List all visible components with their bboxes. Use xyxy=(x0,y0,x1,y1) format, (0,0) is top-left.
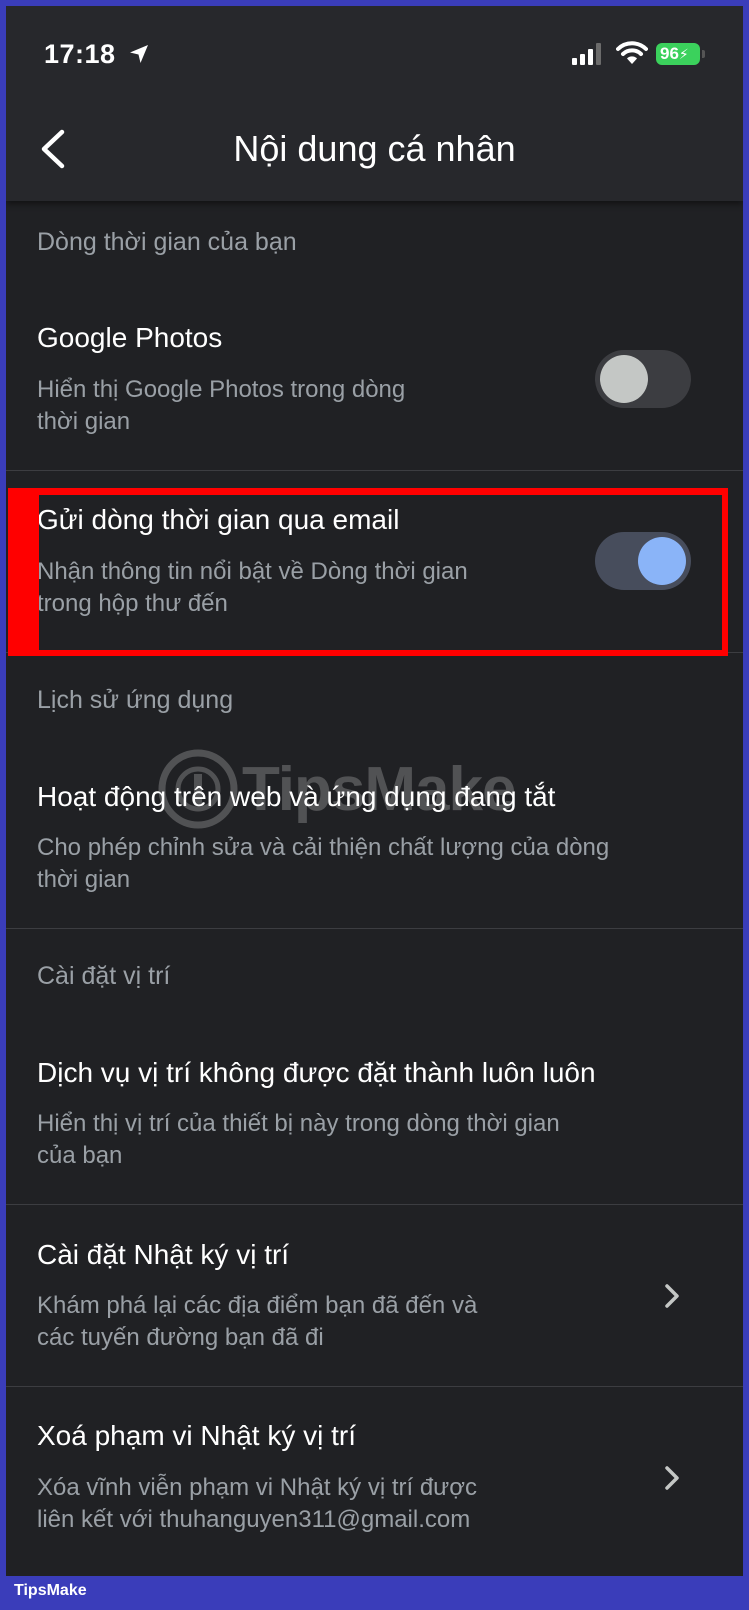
email-timeline-desc-line2: trong hộp thư đến xyxy=(37,590,228,617)
divider xyxy=(6,470,743,471)
web-activity-desc-line2: thời gian xyxy=(37,866,131,893)
location-history-settings-desc-line1: Khám phá lại các địa điểm bạn đã đến và xyxy=(37,1292,478,1319)
section-heading-timeline: Dòng thời gian của bạn xyxy=(37,228,297,256)
google-photos-toggle[interactable] xyxy=(595,350,691,408)
email-timeline-toggle[interactable] xyxy=(595,532,691,590)
web-activity-title: Hoạt động trên web và ứng dụng đang tắt xyxy=(37,781,556,812)
divider xyxy=(6,1204,743,1205)
email-timeline-desc-line1: Nhận thông tin nổi bật về Dòng thời gian xyxy=(37,558,468,585)
section-heading-app-history: Lịch sử ứng dụng xyxy=(37,686,234,714)
location-services-desc-line1: Hiển thị vị trí của thiết bị này trong d… xyxy=(37,1110,560,1137)
divider xyxy=(6,1386,743,1387)
location-arrow-icon xyxy=(128,43,150,70)
battery-indicator: 96⚡ xyxy=(656,43,700,65)
divider xyxy=(6,928,743,929)
battery-level: 96 xyxy=(660,44,679,63)
phone-screen: 17:18 96⚡ Nội dung cá nhân Dòng thời gia… xyxy=(6,6,743,1576)
location-services-desc-line2: của bạn xyxy=(37,1142,123,1169)
web-activity-desc-line1: Cho phép chỉnh sửa và cải thiện chất lượ… xyxy=(37,834,610,861)
delete-location-history-desc-line2: liên kết với thuhanguyen311@gmail.com xyxy=(37,1506,471,1533)
battery-tip xyxy=(702,50,705,58)
wifi-icon xyxy=(616,40,648,71)
location-history-settings-title: Cài đặt Nhật ký vị trí xyxy=(37,1239,290,1270)
email-timeline-title: Gửi dòng thời gian qua email xyxy=(37,504,400,535)
app-header: 17:18 96⚡ Nội dung cá nhân xyxy=(6,6,743,201)
footer-brand: TipsMake xyxy=(14,1582,87,1599)
page-title: Nội dung cá nhân xyxy=(233,128,516,169)
toggle-thumb xyxy=(600,355,648,403)
cellular-signal-icon xyxy=(572,43,606,70)
chevron-right-icon xyxy=(662,1463,682,1493)
delete-location-history-desc-line1: Xóa vĩnh viễn phạm vi Nhật ký vị trí đượ… xyxy=(37,1474,477,1501)
location-services-title: Dịch vụ vị trí không được đặt thành luôn… xyxy=(37,1057,596,1088)
google-photos-title: Google Photos xyxy=(37,322,223,353)
divider xyxy=(6,652,743,653)
toggle-thumb xyxy=(638,537,686,585)
google-photos-desc-line2: thời gian xyxy=(37,408,131,435)
google-photos-desc-line1: Hiển thị Google Photos trong dòng xyxy=(37,376,406,403)
location-history-settings-desc-line2: các tuyến đường bạn đã đi xyxy=(37,1324,324,1351)
status-time: 17:18 xyxy=(44,39,116,69)
delete-location-history-title: Xoá phạm vi Nhật ký vị trí xyxy=(37,1420,357,1451)
charging-bolt-icon: ⚡ xyxy=(678,46,689,62)
section-heading-location: Cài đặt vị trí xyxy=(37,962,171,990)
chevron-right-icon xyxy=(662,1281,682,1311)
